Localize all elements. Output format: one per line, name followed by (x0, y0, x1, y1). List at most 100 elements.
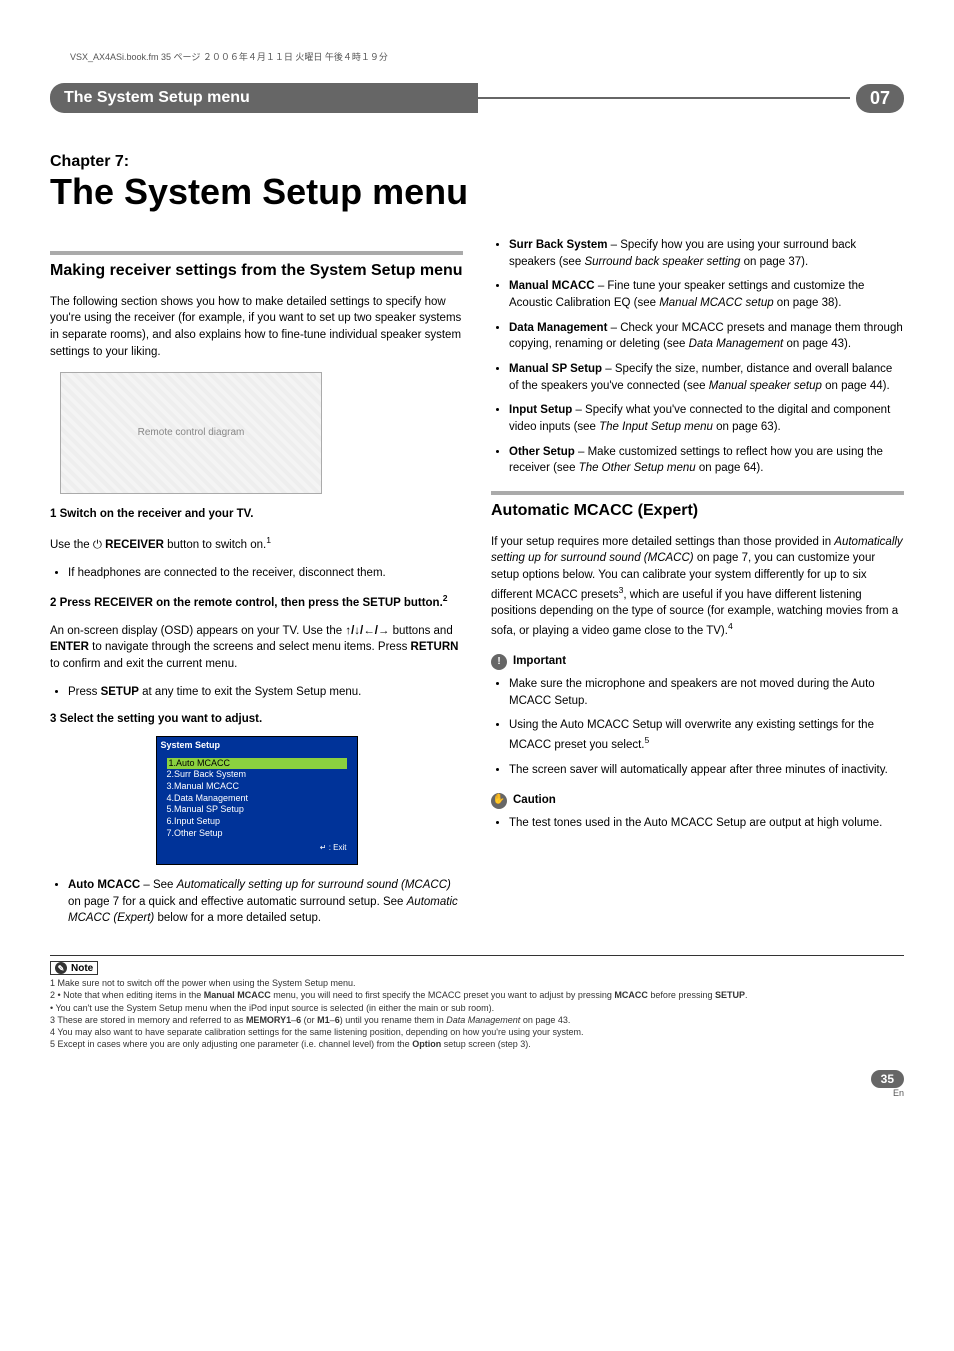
manual-sp-label: Manual SP Setup (509, 363, 602, 375)
footnote-3: 3 These are stored in memory and referre… (50, 1014, 904, 1026)
important-icon: ! (491, 654, 507, 670)
footnote-1: 1 Make sure not to switch off the power … (50, 977, 904, 989)
title-bar: The System Setup menu 07 (50, 83, 904, 113)
auto-mcacc-expert-paragraph: If your setup requires more detailed set… (491, 534, 904, 640)
page-language: En (50, 1088, 904, 1098)
chapter-title: The System Setup menu (50, 171, 904, 213)
book-header-line: VSX_AX4ASi.book.fm 35 ページ ２００６年４月１１日 火曜日… (70, 50, 904, 63)
section-heading-receiver-settings: Making receiver settings from the System… (50, 251, 463, 282)
surr-d: on page 37). (740, 256, 808, 268)
oth-d: on page 64). (696, 462, 764, 474)
msp-c: Manual speaker setup (709, 380, 822, 392)
footnotes: 1 Make sure not to switch off the power … (50, 977, 904, 1050)
intro-paragraph: The following section shows you how to m… (50, 294, 463, 361)
n3j: Data Management (446, 1015, 520, 1025)
footnote-ref-4: 4 (728, 621, 733, 631)
surr-c: Surround back speaker setting (584, 256, 740, 268)
n2a: 2 • Note that when editing items in the (50, 990, 204, 1000)
n3e: (or (301, 1015, 317, 1025)
osd-item-7: 7.Other Setup (167, 828, 223, 838)
surr-back-label: Surr Back System (509, 239, 607, 251)
step-1-text: Use the ⏻ RECEIVER button to switch on.1 (50, 534, 463, 554)
footnote-ref-1: 1 (266, 535, 271, 545)
osd-item-5: 5.Manual SP Setup (167, 804, 244, 814)
return-label: RETURN (411, 641, 459, 653)
step-3-heading: 3 Select the setting you want to adjust. (50, 711, 463, 728)
note-heading: ✎ Note (50, 961, 98, 975)
caution-icon: ✋ (491, 793, 507, 809)
footnote-4: 4 You may also want to have separate cal… (50, 1026, 904, 1038)
step2-c: to navigate through the screens and sele… (89, 641, 411, 653)
other-setup-label: Other Setup (509, 446, 575, 458)
man-c: Manual MCACC setup (659, 297, 773, 309)
step1-bullet: If headphones are connected to the recei… (68, 565, 463, 582)
step2-a: An on-screen display (OSD) appears on yo… (50, 625, 345, 637)
caution-heading: ✋ Caution (491, 792, 904, 809)
step1-text-a: Use the (50, 539, 93, 551)
n2c: menu, you will need to first specify the… (271, 990, 615, 1000)
step-2-heading: 2 Press RECEIVER on the remote control, … (50, 592, 463, 612)
left-column: Making receiver settings from the System… (50, 237, 463, 935)
n2d: MCACC (614, 990, 648, 1000)
n3b: MEMORY1 (246, 1015, 291, 1025)
n2b: Manual MCACC (204, 990, 271, 1000)
data-d: on page 43). (783, 338, 851, 350)
input-setup-bullet: Input Setup – Specify what you've connec… (509, 402, 904, 435)
section-heading-auto-mcacc-expert: Automatic MCACC (Expert) (491, 491, 904, 522)
important-label: Important (513, 653, 566, 670)
important-bullet-3: The screen saver will automatically appe… (509, 762, 904, 779)
footnote-5: 5 Except in cases where you are only adj… (50, 1038, 904, 1050)
inp-d: on page 63). (713, 421, 781, 433)
surr-back-bullet: Surr Back System – Specify how you are u… (509, 237, 904, 270)
n5b: Option (412, 1039, 441, 1049)
s2-a: If your setup requires more detailed set… (491, 536, 834, 548)
input-setup-label: Input Setup (509, 404, 572, 416)
auto-mcacc-d: on page 7 for a quick and effective auto… (68, 896, 407, 908)
remote-control-diagram: Remote control diagram (60, 372, 322, 494)
step2-d: to confirm and exit the current menu. (50, 658, 237, 670)
note-label-text: Note (71, 963, 93, 974)
osd-item-6: 6.Input Setup (167, 816, 221, 826)
step2-b: buttons and (389, 625, 452, 637)
setup-label: SETUP (101, 686, 139, 698)
n3k: on page 43. (520, 1015, 570, 1025)
important-bullet-2: Using the Auto MCACC Setup will overwrit… (509, 717, 904, 753)
step-1-heading: 1 Switch on the receiver and your TV. (50, 506, 463, 523)
n5a: 5 Except in cases where you are only adj… (50, 1039, 412, 1049)
step2-bullet: Press SETUP at any time to exit the Syst… (68, 684, 463, 701)
step-2-paragraph: An on-screen display (OSD) appears on yo… (50, 623, 463, 673)
auto-mcacc-label: Auto MCACC (68, 879, 140, 891)
important-bullet-1: Make sure the microphone and speakers ar… (509, 676, 904, 709)
title-bar-section: The System Setup menu (50, 83, 478, 113)
caution-bullet-1: The test tones used in the Auto MCACC Se… (509, 815, 904, 832)
n3f: M1 (317, 1015, 330, 1025)
other-setup-bullet: Other Setup – Make customized settings t… (509, 444, 904, 477)
msp-d: on page 44). (822, 380, 890, 392)
auto-mcacc-b: – See (140, 879, 176, 891)
footnote-ref-5: 5 (645, 735, 650, 745)
n3a: 3 These are stored in memory and referre… (50, 1015, 246, 1025)
right-column: Surr Back System – Specify how you are u… (491, 237, 904, 935)
osd-title: System Setup (157, 737, 357, 754)
data-management-label: Data Management (509, 322, 607, 334)
n3i: ) until you rename them in (340, 1015, 447, 1025)
important-heading: ! Important (491, 653, 904, 670)
manual-sp-bullet: Manual SP Setup – Specify the size, numb… (509, 361, 904, 394)
title-bar-rule (478, 97, 850, 99)
manual-mcacc-label: Manual MCACC (509, 280, 595, 292)
osd-item-1: 1.Auto MCACC (167, 758, 347, 770)
osd-item-2: 2.Surr Back System (167, 769, 247, 779)
manual-mcacc-bullet: Manual MCACC – Fine tune your speaker se… (509, 278, 904, 311)
enter-label: ENTER (50, 641, 89, 653)
arrow-buttons-icon: ↑/↓/←/→ (345, 625, 389, 637)
step2-text: 2 Press RECEIVER on the remote control, … (50, 597, 443, 609)
auto-mcacc-ref1: Automatically setting up for surround so… (177, 879, 451, 891)
title-bar-chapter-number: 07 (856, 84, 904, 113)
notes-rule (50, 955, 904, 958)
step2-bullet-b: at any time to exit the System Setup men… (139, 686, 361, 698)
footnote-2-line1: 2 • Note that when editing items in the … (50, 989, 904, 1001)
oth-c: The Other Setup menu (579, 462, 696, 474)
footnote-2-line2: • You can't use the System Setup menu wh… (50, 1002, 904, 1014)
data-c: Data Management (689, 338, 784, 350)
inp-c: The Input Setup menu (599, 421, 713, 433)
